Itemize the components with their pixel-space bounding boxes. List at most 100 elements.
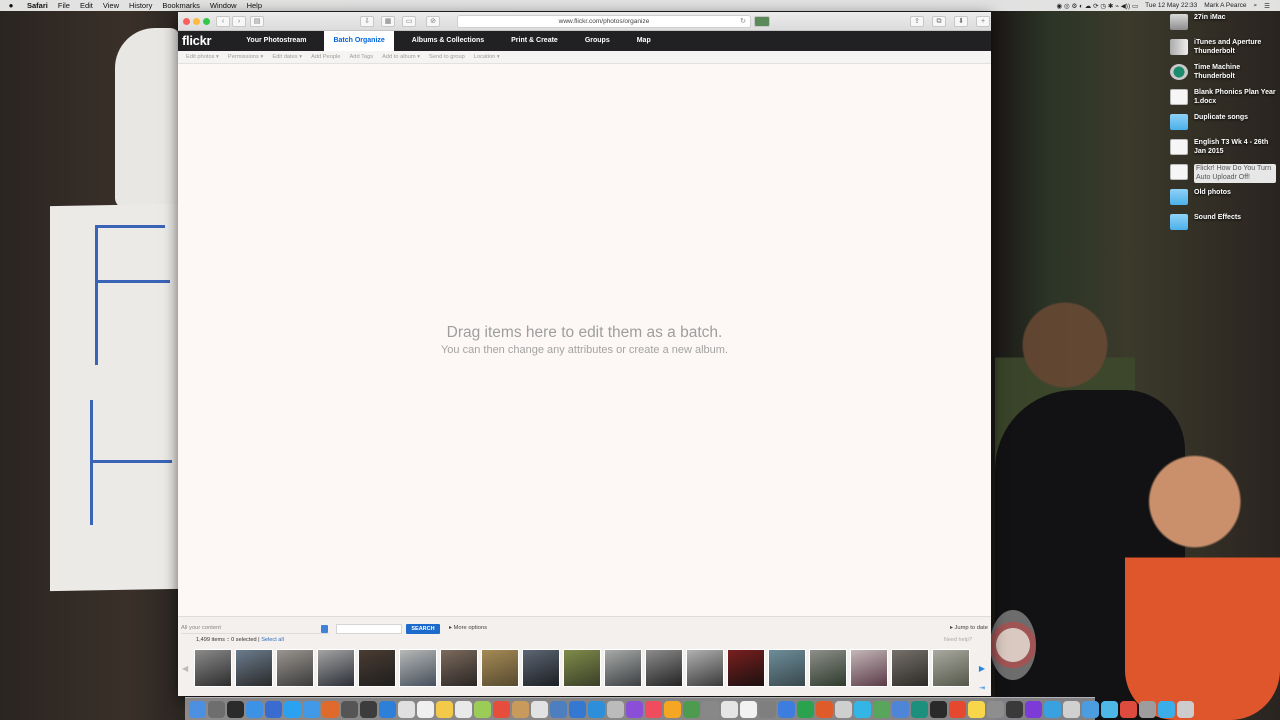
dock-app-icon[interactable] <box>284 700 301 718</box>
select-all-link[interactable]: Select all <box>261 637 284 643</box>
dock-app-icon[interactable] <box>797 700 814 718</box>
dock-app-icon[interactable] <box>588 700 605 718</box>
photo-thumbnail[interactable] <box>850 649 888 687</box>
notification-icon[interactable]: ☰ <box>1264 2 1270 10</box>
dock-app-icon[interactable] <box>1158 700 1175 718</box>
scroll-end-arrow-icon[interactable]: ⇥ <box>979 684 985 692</box>
batch-drop-zone[interactable]: Drag items here to edit them as a batch.… <box>178 64 991 616</box>
downloads-button[interactable]: ⬇ <box>954 16 968 27</box>
photo-thumbnail[interactable] <box>686 649 724 687</box>
dock-app-icon[interactable] <box>379 700 396 718</box>
photo-thumbnail[interactable] <box>276 649 314 687</box>
tab-print-create[interactable]: Print & Create <box>502 31 567 51</box>
dock-app-icon[interactable] <box>265 700 282 718</box>
dock-app-icon[interactable] <box>227 700 244 718</box>
close-window-button[interactable] <box>183 18 190 25</box>
dock-app-icon[interactable] <box>550 700 567 718</box>
dock-app-icon[interactable] <box>949 700 966 718</box>
extension-image-icon[interactable] <box>754 16 770 27</box>
photo-thumbnail[interactable] <box>399 649 437 687</box>
desktop-item[interactable]: English T3 Wk 4 - 26th Jan 2015 <box>1170 139 1280 164</box>
dock-app-icon[interactable] <box>303 700 320 718</box>
dock-app-icon[interactable] <box>1063 700 1080 718</box>
dock-app-icon[interactable] <box>759 700 776 718</box>
menu-safari[interactable]: Safari <box>22 1 53 10</box>
photo-thumbnail[interactable] <box>727 649 765 687</box>
photo-thumbnail[interactable] <box>768 649 806 687</box>
dock-app-icon[interactable] <box>341 700 358 718</box>
photo-thumbnail[interactable] <box>604 649 642 687</box>
more-options-link[interactable]: ▸ More options <box>449 625 487 631</box>
dock-app-icon[interactable] <box>778 700 795 718</box>
desktop-item[interactable]: Time Machine Thunderbolt <box>1170 64 1280 89</box>
dock-app-icon[interactable] <box>1101 700 1118 718</box>
dock-app-icon[interactable] <box>721 700 738 718</box>
dock-app-icon[interactable] <box>531 700 548 718</box>
back-button[interactable]: ‹ <box>216 16 230 27</box>
dock-app-icon[interactable] <box>702 700 719 718</box>
photo-thumbnail[interactable] <box>317 649 355 687</box>
extension-button-2[interactable]: ▦ <box>381 16 395 27</box>
photo-thumbnail[interactable] <box>809 649 847 687</box>
dock-app-icon[interactable] <box>854 700 871 718</box>
dock-app-icon[interactable] <box>1139 700 1156 718</box>
sidebar-button[interactable]: ▤ <box>250 16 264 27</box>
dock-app-icon[interactable] <box>1006 700 1023 718</box>
dock-app-icon[interactable] <box>1177 700 1194 718</box>
menu-help[interactable]: Help <box>242 1 267 10</box>
dock-app-icon[interactable] <box>607 700 624 718</box>
dock-app-icon[interactable] <box>987 700 1004 718</box>
user-name[interactable]: Mark A Pearce <box>1204 2 1246 9</box>
dock-app-icon[interactable] <box>417 700 434 718</box>
menu-view[interactable]: View <box>98 1 124 10</box>
search-input[interactable] <box>336 624 402 634</box>
clock[interactable]: Tue 12 May 22:33 <box>1145 2 1197 9</box>
tab-groups[interactable]: Groups <box>576 31 619 51</box>
scroll-right-arrow-icon[interactable]: ▶ <box>979 664 985 673</box>
photo-thumbnail[interactable] <box>235 649 273 687</box>
menu-edit[interactable]: Edit <box>75 1 98 10</box>
batch-action-3[interactable]: Add People <box>311 54 340 60</box>
dock-app-icon[interactable] <box>892 700 909 718</box>
dock-app-icon[interactable] <box>398 700 415 718</box>
dock-app-icon[interactable] <box>360 700 377 718</box>
photo-thumbnail[interactable] <box>481 649 519 687</box>
desktop-item[interactable]: Duplicate songs <box>1170 114 1280 139</box>
status-icons[interactable]: ◉ ◎ ⚙ ◐ ☁ ⟳ ◷ ✱ ⌁ ◀)) ▭ <box>1056 2 1138 10</box>
photo-thumbnail[interactable] <box>645 649 683 687</box>
menu-bookmarks[interactable]: Bookmarks <box>157 1 205 10</box>
dock-app-icon[interactable] <box>740 700 757 718</box>
dock-app-icon[interactable] <box>816 700 833 718</box>
batch-action-4[interactable]: Add Tags <box>349 54 373 60</box>
dock-app-icon[interactable] <box>626 700 643 718</box>
content-filter-select[interactable]: All your content <box>181 625 329 634</box>
dock-app-icon[interactable] <box>1082 700 1099 718</box>
dock-app-icon[interactable] <box>474 700 491 718</box>
dock-app-icon[interactable] <box>1044 700 1061 718</box>
share-button[interactable]: ⇪ <box>910 16 924 27</box>
dock-app-icon[interactable] <box>246 700 263 718</box>
tab-map[interactable]: Map <box>628 31 660 51</box>
batch-action-0[interactable]: Edit photos ▾ <box>186 54 219 60</box>
new-tab-button[interactable]: + <box>976 16 990 27</box>
menu-window[interactable]: Window <box>205 1 242 10</box>
desktop-item[interactable]: Sound Effects <box>1170 214 1280 239</box>
dock-app-icon[interactable] <box>455 700 472 718</box>
dock-app-icon[interactable] <box>322 700 339 718</box>
tab-albums-collections[interactable]: Albums & Collections <box>403 31 493 51</box>
spotlight-icon[interactable]: ⌕ <box>1254 2 1258 10</box>
photo-thumbnail[interactable] <box>522 649 560 687</box>
dock-app-icon[interactable] <box>189 700 206 718</box>
dock-app-icon[interactable] <box>208 700 225 718</box>
desktop-item[interactable]: iTunes and Aperture Thunderbolt <box>1170 39 1280 64</box>
address-bar[interactable]: www.flickr.com/photos/organize ↻ <box>457 15 751 28</box>
scroll-left-arrow-icon[interactable]: ◀ <box>182 664 188 673</box>
photo-thumbnail[interactable] <box>358 649 396 687</box>
desktop-item[interactable]: 27in iMac <box>1170 14 1280 39</box>
tab-your-photostream[interactable]: Your Photostream <box>237 31 315 51</box>
extension-button-4[interactable]: ⊘ <box>426 16 440 27</box>
search-button[interactable]: SEARCH <box>406 624 440 634</box>
photo-thumbnail[interactable] <box>440 649 478 687</box>
dock-app-icon[interactable] <box>911 700 928 718</box>
dock-app-icon[interactable] <box>436 700 453 718</box>
